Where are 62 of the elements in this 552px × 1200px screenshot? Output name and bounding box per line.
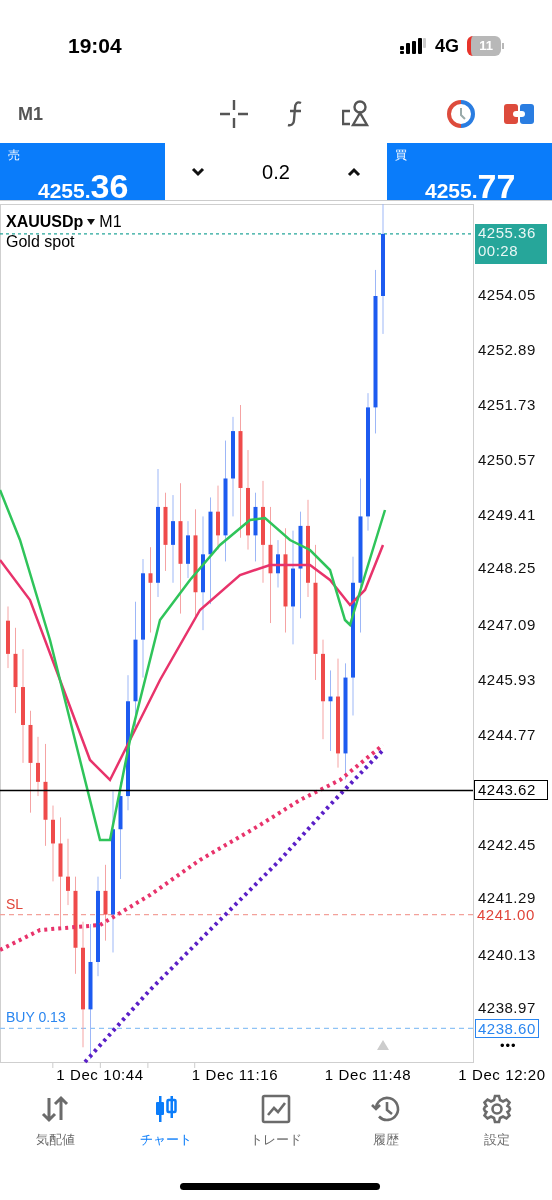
nav-tab[interactable]: チャート (110, 1094, 221, 1150)
crosshair-icon[interactable] (220, 100, 248, 128)
order-price-tag: 4241.00 (475, 905, 537, 923)
order-line-label: BUY 0.13 (6, 1009, 66, 1026)
timeframe-button[interactable]: M1 (18, 100, 78, 128)
dropdown-icon[interactable] (87, 219, 96, 225)
price-axis-label: 4244.77 (478, 726, 536, 744)
price-axis-label: 4252.89 (478, 341, 536, 359)
network-type: 4G (435, 34, 459, 58)
time-axis-label: 1 Dec 11:48 (324, 1066, 412, 1084)
order-line-label: SL (6, 895, 24, 912)
battery-icon: 11 (467, 36, 504, 56)
price-axis-label: 4245.93 (478, 671, 536, 689)
nav-tab[interactable]: 履歴 (331, 1094, 442, 1150)
price-axis-label: 4250.57 (478, 451, 536, 469)
candlestick (276, 539, 280, 588)
one-click-trade-icon[interactable] (504, 102, 534, 126)
price-axis-label: 4249.41 (478, 506, 536, 524)
sell-button[interactable]: 売 4255.36 (0, 143, 165, 200)
line-chart-icon (261, 1094, 291, 1124)
volume-up-button[interactable] (347, 166, 361, 177)
clock-time: 19:04 (68, 33, 122, 60)
chart-timeframe: M1 (99, 212, 122, 232)
settings-icon (481, 1094, 512, 1124)
candlestick (253, 492, 258, 562)
crosshair-price-tag: 4243.62 (474, 780, 548, 801)
candlestick (186, 520, 190, 579)
chevron-down-icon (191, 166, 205, 177)
volume-value[interactable]: 0.2 (262, 156, 290, 187)
chevron-up-icon (347, 166, 361, 177)
candlestick (6, 605, 10, 669)
candlestick (216, 485, 220, 551)
shapes-icon[interactable] (342, 100, 370, 128)
volume-down-button[interactable] (191, 166, 205, 177)
clock-trade-icon[interactable] (446, 99, 476, 129)
price-axis-label: 4240.13 (478, 946, 536, 964)
nav-tab[interactable]: 設定 (441, 1094, 552, 1150)
nav-tab[interactable]: 気配値 (0, 1094, 111, 1150)
order-price-tag: 4238.60 (475, 1019, 539, 1039)
symbol-name[interactable]: XAUUSDp (6, 210, 84, 234)
arrows-icon (40, 1094, 71, 1124)
signal-icon (400, 38, 427, 54)
time-axis-label: 1 Dec 12:20 (458, 1066, 546, 1084)
price-axis-label: 4247.09 (478, 616, 536, 634)
price-axis-label: 4251.73 (478, 396, 536, 414)
price-axis-label: 4241.29 (478, 889, 536, 907)
price-axis-label: 4242.45 (478, 836, 536, 854)
price-axis-label: 4254.05 (478, 286, 536, 304)
price-axis-label: 4248.25 (478, 559, 536, 577)
buy-button[interactable]: 買 4255.77 (387, 143, 552, 200)
nav-tab[interactable]: トレード (220, 1094, 332, 1150)
more-button[interactable]: ••• (500, 1039, 517, 1053)
price-axis-label: 4238.97 (478, 999, 536, 1017)
time-axis-label: 1 Dec 10:44 (56, 1066, 144, 1084)
function-icon[interactable] (286, 100, 304, 128)
candlestick (66, 838, 70, 906)
current-price-tag: 4255.36 00:28 (475, 224, 547, 264)
time-axis-label: 1 Dec 11:16 (191, 1066, 279, 1084)
candlestick (36, 736, 40, 797)
symbol-description: Gold spot (6, 232, 75, 252)
history-icon (371, 1094, 402, 1124)
scroll-marker-icon (377, 1040, 389, 1050)
